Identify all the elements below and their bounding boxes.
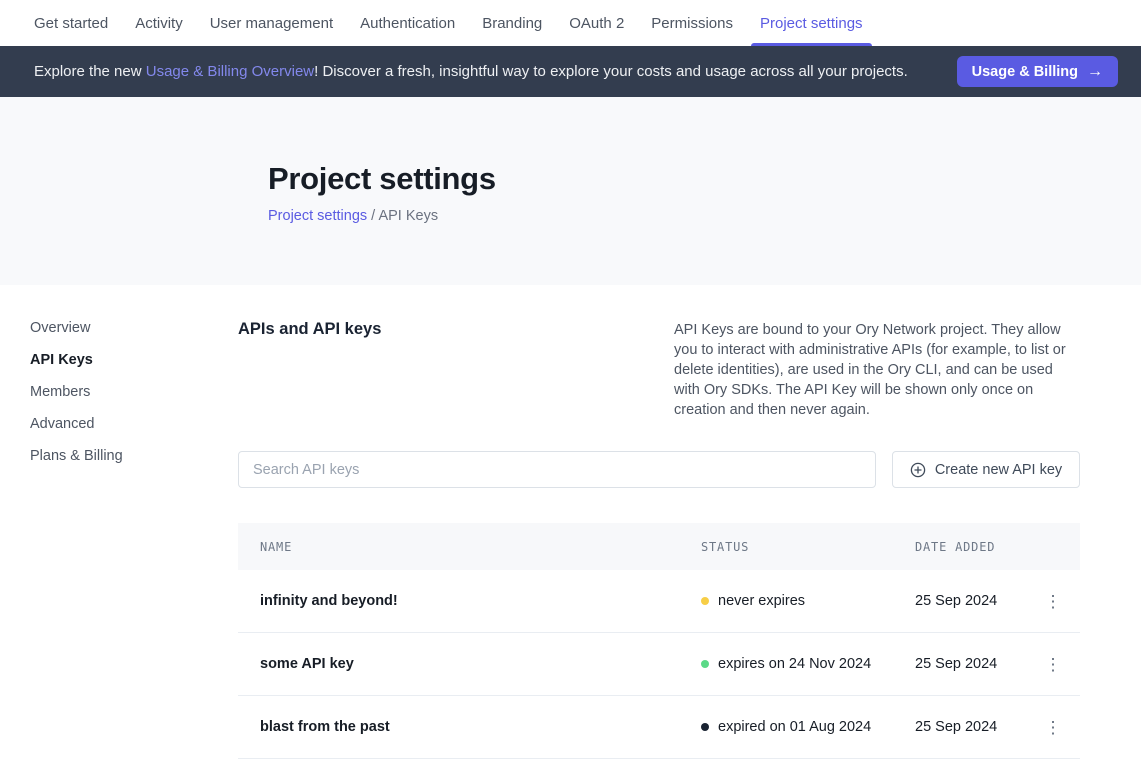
nav-tab-activity[interactable]: Activity — [135, 0, 183, 46]
page-header: Project settings Project settings / API … — [0, 97, 1141, 285]
table-row: blast from the past expired on 01 Aug 20… — [238, 696, 1080, 759]
nav-tab-oauth2[interactable]: OAuth 2 — [569, 0, 624, 46]
column-header-name: NAME — [238, 540, 701, 554]
api-key-status: expired on 01 Aug 2024 — [701, 719, 915, 735]
sidebar-item-members[interactable]: Members — [30, 384, 238, 401]
api-key-name: blast from the past — [238, 719, 701, 735]
table-controls: Create new API key — [238, 451, 1080, 488]
kebab-menu-icon[interactable]: ⋮ — [1042, 593, 1062, 610]
nav-tab-project-settings[interactable]: Project settings — [760, 0, 863, 46]
breadcrumb-parent-link[interactable]: Project settings — [268, 208, 367, 224]
nav-tab-authentication[interactable]: Authentication — [360, 0, 455, 46]
section-title: APIs and API keys — [238, 320, 381, 420]
column-header-date-added: DATE ADDED — [915, 540, 1042, 554]
create-api-key-button-label: Create new API key — [935, 462, 1062, 478]
nav-tab-user-management[interactable]: User management — [210, 0, 333, 46]
banner-usage-billing-link[interactable]: Usage & Billing Overview — [146, 63, 314, 80]
api-key-status: expires on 24 Nov 2024 — [701, 656, 915, 672]
nav-tab-get-started[interactable]: Get started — [34, 0, 108, 46]
search-input[interactable] — [238, 451, 876, 488]
arrow-right-icon: → — [1087, 63, 1103, 81]
api-key-name: some API key — [238, 656, 701, 672]
content-area: Overview API Keys Members Advanced Plans… — [0, 285, 1141, 759]
top-navigation: Get started Activity User management Aut… — [0, 0, 1141, 46]
nav-tab-branding[interactable]: Branding — [482, 0, 542, 46]
column-header-status: STATUS — [701, 540, 915, 554]
status-dot — [701, 660, 709, 668]
table-header-row: NAME STATUS DATE ADDED — [238, 523, 1080, 570]
kebab-menu-icon[interactable]: ⋮ — [1042, 719, 1062, 736]
nav-tab-permissions[interactable]: Permissions — [651, 0, 733, 46]
api-key-date-added: 25 Sep 2024 — [915, 593, 1042, 609]
plus-circle-icon — [910, 462, 926, 478]
table-row: some API key expires on 24 Nov 2024 25 S… — [238, 633, 1080, 696]
breadcrumb-current: API Keys — [378, 208, 438, 224]
usage-billing-button-label: Usage & Billing — [972, 64, 1078, 80]
sidebar-item-plans-billing[interactable]: Plans & Billing — [30, 448, 238, 465]
banner-text-before: Explore the new — [34, 63, 146, 80]
api-keys-table: NAME STATUS DATE ADDED infinity and beyo… — [238, 523, 1080, 759]
settings-sidebar: Overview API Keys Members Advanced Plans… — [0, 285, 238, 759]
status-dot — [701, 723, 709, 731]
status-text: never expires — [718, 593, 805, 609]
banner-text-after: ! Discover a fresh, insightful way to ex… — [314, 63, 908, 80]
status-text: expires on 24 Nov 2024 — [718, 656, 871, 672]
api-key-status: never expires — [701, 593, 915, 609]
create-api-key-button[interactable]: Create new API key — [892, 451, 1080, 488]
page-title: Project settings — [268, 161, 1141, 197]
announcement-banner: Explore the new Usage & Billing Overview… — [0, 46, 1141, 97]
table-row: infinity and beyond! never expires 25 Se… — [238, 570, 1080, 633]
section-description: API Keys are bound to your Ory Network p… — [674, 320, 1080, 420]
sidebar-item-api-keys[interactable]: API Keys — [30, 352, 238, 369]
usage-billing-button[interactable]: Usage & Billing → — [957, 56, 1118, 87]
sidebar-item-overview[interactable]: Overview — [30, 320, 238, 337]
breadcrumb: Project settings / API Keys — [268, 208, 1141, 224]
kebab-menu-icon[interactable]: ⋮ — [1042, 656, 1062, 673]
api-keys-panel: APIs and API keys API Keys are bound to … — [238, 285, 1080, 759]
banner-text: Explore the new Usage & Billing Overview… — [34, 63, 908, 80]
api-key-date-added: 25 Sep 2024 — [915, 719, 1042, 735]
status-dot — [701, 597, 709, 605]
status-text: expired on 01 Aug 2024 — [718, 719, 871, 735]
api-key-date-added: 25 Sep 2024 — [915, 656, 1042, 672]
sidebar-item-advanced[interactable]: Advanced — [30, 416, 238, 433]
section-head: APIs and API keys API Keys are bound to … — [238, 320, 1080, 420]
api-key-name: infinity and beyond! — [238, 593, 701, 609]
